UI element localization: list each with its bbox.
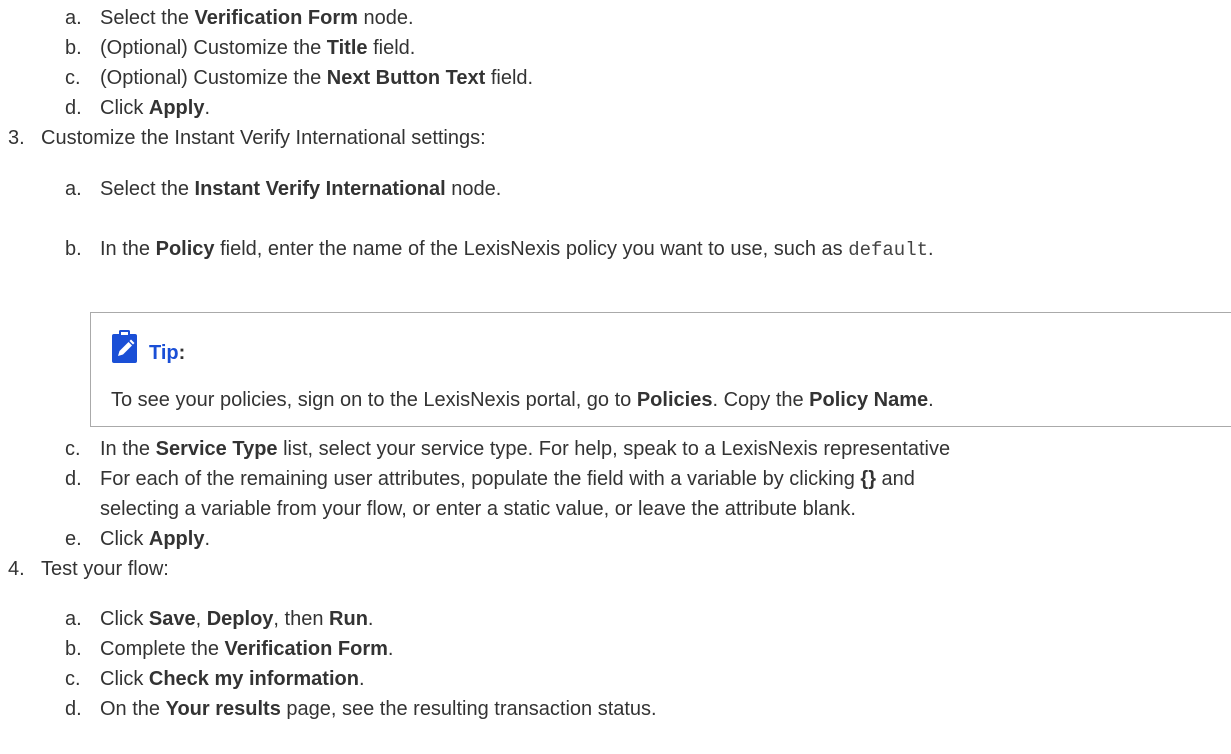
document-page: a. Select the Verification Form node. b.… xyxy=(0,0,1231,754)
substep-marker: a. xyxy=(65,608,82,630)
substep-marker: e. xyxy=(65,528,82,550)
step3-text: Customize the Instant Verify Internation… xyxy=(41,127,486,149)
tip-body: To see your policies, sign on to the Lex… xyxy=(111,389,934,411)
step4-text: Test your flow: xyxy=(41,558,169,580)
substep-marker: d. xyxy=(65,97,82,119)
step4-substep-b: Complete the Verification Form. xyxy=(100,638,394,660)
step3-substep-a: Select the Instant Verify International … xyxy=(100,178,502,200)
step3-substep-e: Click Apply. xyxy=(100,528,211,550)
step-number: 3. xyxy=(8,127,25,149)
substep-marker: b. xyxy=(65,37,82,59)
pencil-clipboard-icon xyxy=(112,330,137,363)
step2-substep-a: Select the Verification Form node. xyxy=(100,7,414,29)
substep-marker: d. xyxy=(65,468,82,490)
substep-marker: c. xyxy=(65,668,81,690)
code-value: default xyxy=(848,239,929,261)
substep-marker: a. xyxy=(65,178,82,200)
substep-marker: c. xyxy=(65,67,81,89)
step3-substep-b: In the Policy field, enter the name of t… xyxy=(100,238,934,261)
step-number: 4. xyxy=(8,558,25,580)
substep-marker: a. xyxy=(65,7,82,29)
step2-substep-c: (Optional) Customize the Next Button Tex… xyxy=(100,67,534,89)
step4-substep-d: On the Your results page, see the result… xyxy=(100,698,657,720)
step3-substep-d-line2: selecting a variable from your flow, or … xyxy=(100,498,856,520)
substep-marker: b. xyxy=(65,238,82,260)
substep-marker: d. xyxy=(65,698,82,720)
step3-substep-d-line1: For each of the remaining user attribute… xyxy=(100,468,915,490)
substep-marker: c. xyxy=(65,438,81,460)
step4-substep-c: Click Check my information. xyxy=(100,668,365,690)
step3-substep-c: In the Service Type list, select your se… xyxy=(100,438,951,460)
substep-marker: b. xyxy=(65,638,82,660)
tip-title: Tip: xyxy=(149,342,186,364)
tip-callout: Tip: To see your policies, sign on to th… xyxy=(90,312,1231,427)
step2-substep-b: (Optional) Customize the Title field. xyxy=(100,37,416,59)
step2-substep-d: Click Apply. xyxy=(100,97,211,119)
step4-substep-a: Click Save, Deploy, then Run. xyxy=(100,608,374,630)
tip-link[interactable]: Tip xyxy=(149,342,179,364)
